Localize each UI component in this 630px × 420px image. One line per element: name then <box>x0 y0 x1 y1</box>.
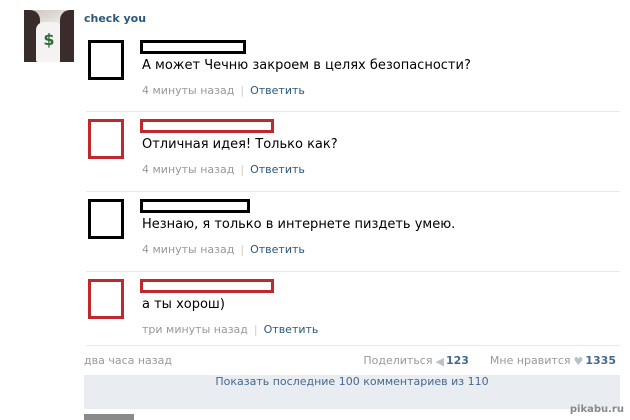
separator: | <box>253 323 258 336</box>
post-time[interactable]: два часа назад <box>84 354 172 367</box>
redacted-username[interactable] <box>140 119 274 133</box>
reply-link[interactable]: Ответить <box>250 163 305 176</box>
comment-text: Отличная идея! Только как? <box>142 137 338 152</box>
separator: | <box>240 163 245 176</box>
comment-text: а ты хорош) <box>142 297 225 312</box>
comment-meta: 4 минуты назад | Ответить <box>142 84 305 97</box>
divider <box>86 111 620 112</box>
comment: а ты хорош) три минуты назад | Ответить <box>88 277 608 347</box>
next-post-avatar[interactable] <box>84 414 134 420</box>
redacted-username[interactable] <box>140 40 246 54</box>
post-actions: Поделиться ◀ 123 Мне нравится ♥ 1335 <box>363 354 616 368</box>
divider <box>86 345 620 346</box>
separator: | <box>240 243 245 256</box>
comment-text: А может Чечню закроем в целях безопаснос… <box>142 58 471 73</box>
comment: Отличная идея! Только как? 4 минуты наза… <box>88 117 608 187</box>
megaphone-icon: ◀ <box>435 354 444 368</box>
comment: А может Чечню закроем в целях безопаснос… <box>88 38 608 108</box>
heart-icon: ♥ <box>573 354 584 368</box>
reply-link[interactable]: Ответить <box>250 84 305 97</box>
post-author-name[interactable]: check you <box>84 12 146 25</box>
separator: | <box>240 84 245 97</box>
show-more-comments-button[interactable]: Показать последние 100 комментариев из 1… <box>84 375 620 409</box>
share-count: 123 <box>445 354 469 367</box>
divider <box>86 271 620 272</box>
post-avatar[interactable]: $ <box>24 10 74 62</box>
share-button[interactable]: Поделиться ◀ 123 <box>363 354 472 368</box>
comment-meta: 4 минуты назад | Ответить <box>142 243 305 256</box>
like-count: 1335 <box>585 354 616 367</box>
redacted-username[interactable] <box>140 199 250 213</box>
share-label: Поделиться <box>363 354 433 367</box>
reply-link[interactable]: Ответить <box>264 323 319 336</box>
comment-meta: 4 минуты назад | Ответить <box>142 163 305 176</box>
comment-time[interactable]: 4 минуты назад <box>142 243 234 256</box>
divider <box>86 191 620 192</box>
redacted-username[interactable] <box>140 279 274 293</box>
like-button[interactable]: Мне нравится ♥ 1335 <box>489 354 616 368</box>
comment-time[interactable]: 4 минуты назад <box>142 163 234 176</box>
redacted-avatar[interactable] <box>88 279 124 319</box>
reply-link[interactable]: Ответить <box>250 243 305 256</box>
dollar-sign-icon: $ <box>43 30 55 49</box>
redacted-avatar[interactable] <box>88 199 124 239</box>
redacted-avatar[interactable] <box>88 119 124 159</box>
redacted-avatar[interactable] <box>88 40 124 80</box>
comment-text: Незнаю, я только в интернете пиздеть уме… <box>142 217 456 232</box>
comment: Незнаю, я только в интернете пиздеть уме… <box>88 197 608 267</box>
comment-meta: три минуты назад | Ответить <box>142 323 318 336</box>
like-label: Мне нравится <box>489 354 571 367</box>
comment-time[interactable]: 4 минуты назад <box>142 84 234 97</box>
watermark: pikabu.ru <box>569 404 624 415</box>
comment-time[interactable]: три минуты назад <box>142 323 248 336</box>
